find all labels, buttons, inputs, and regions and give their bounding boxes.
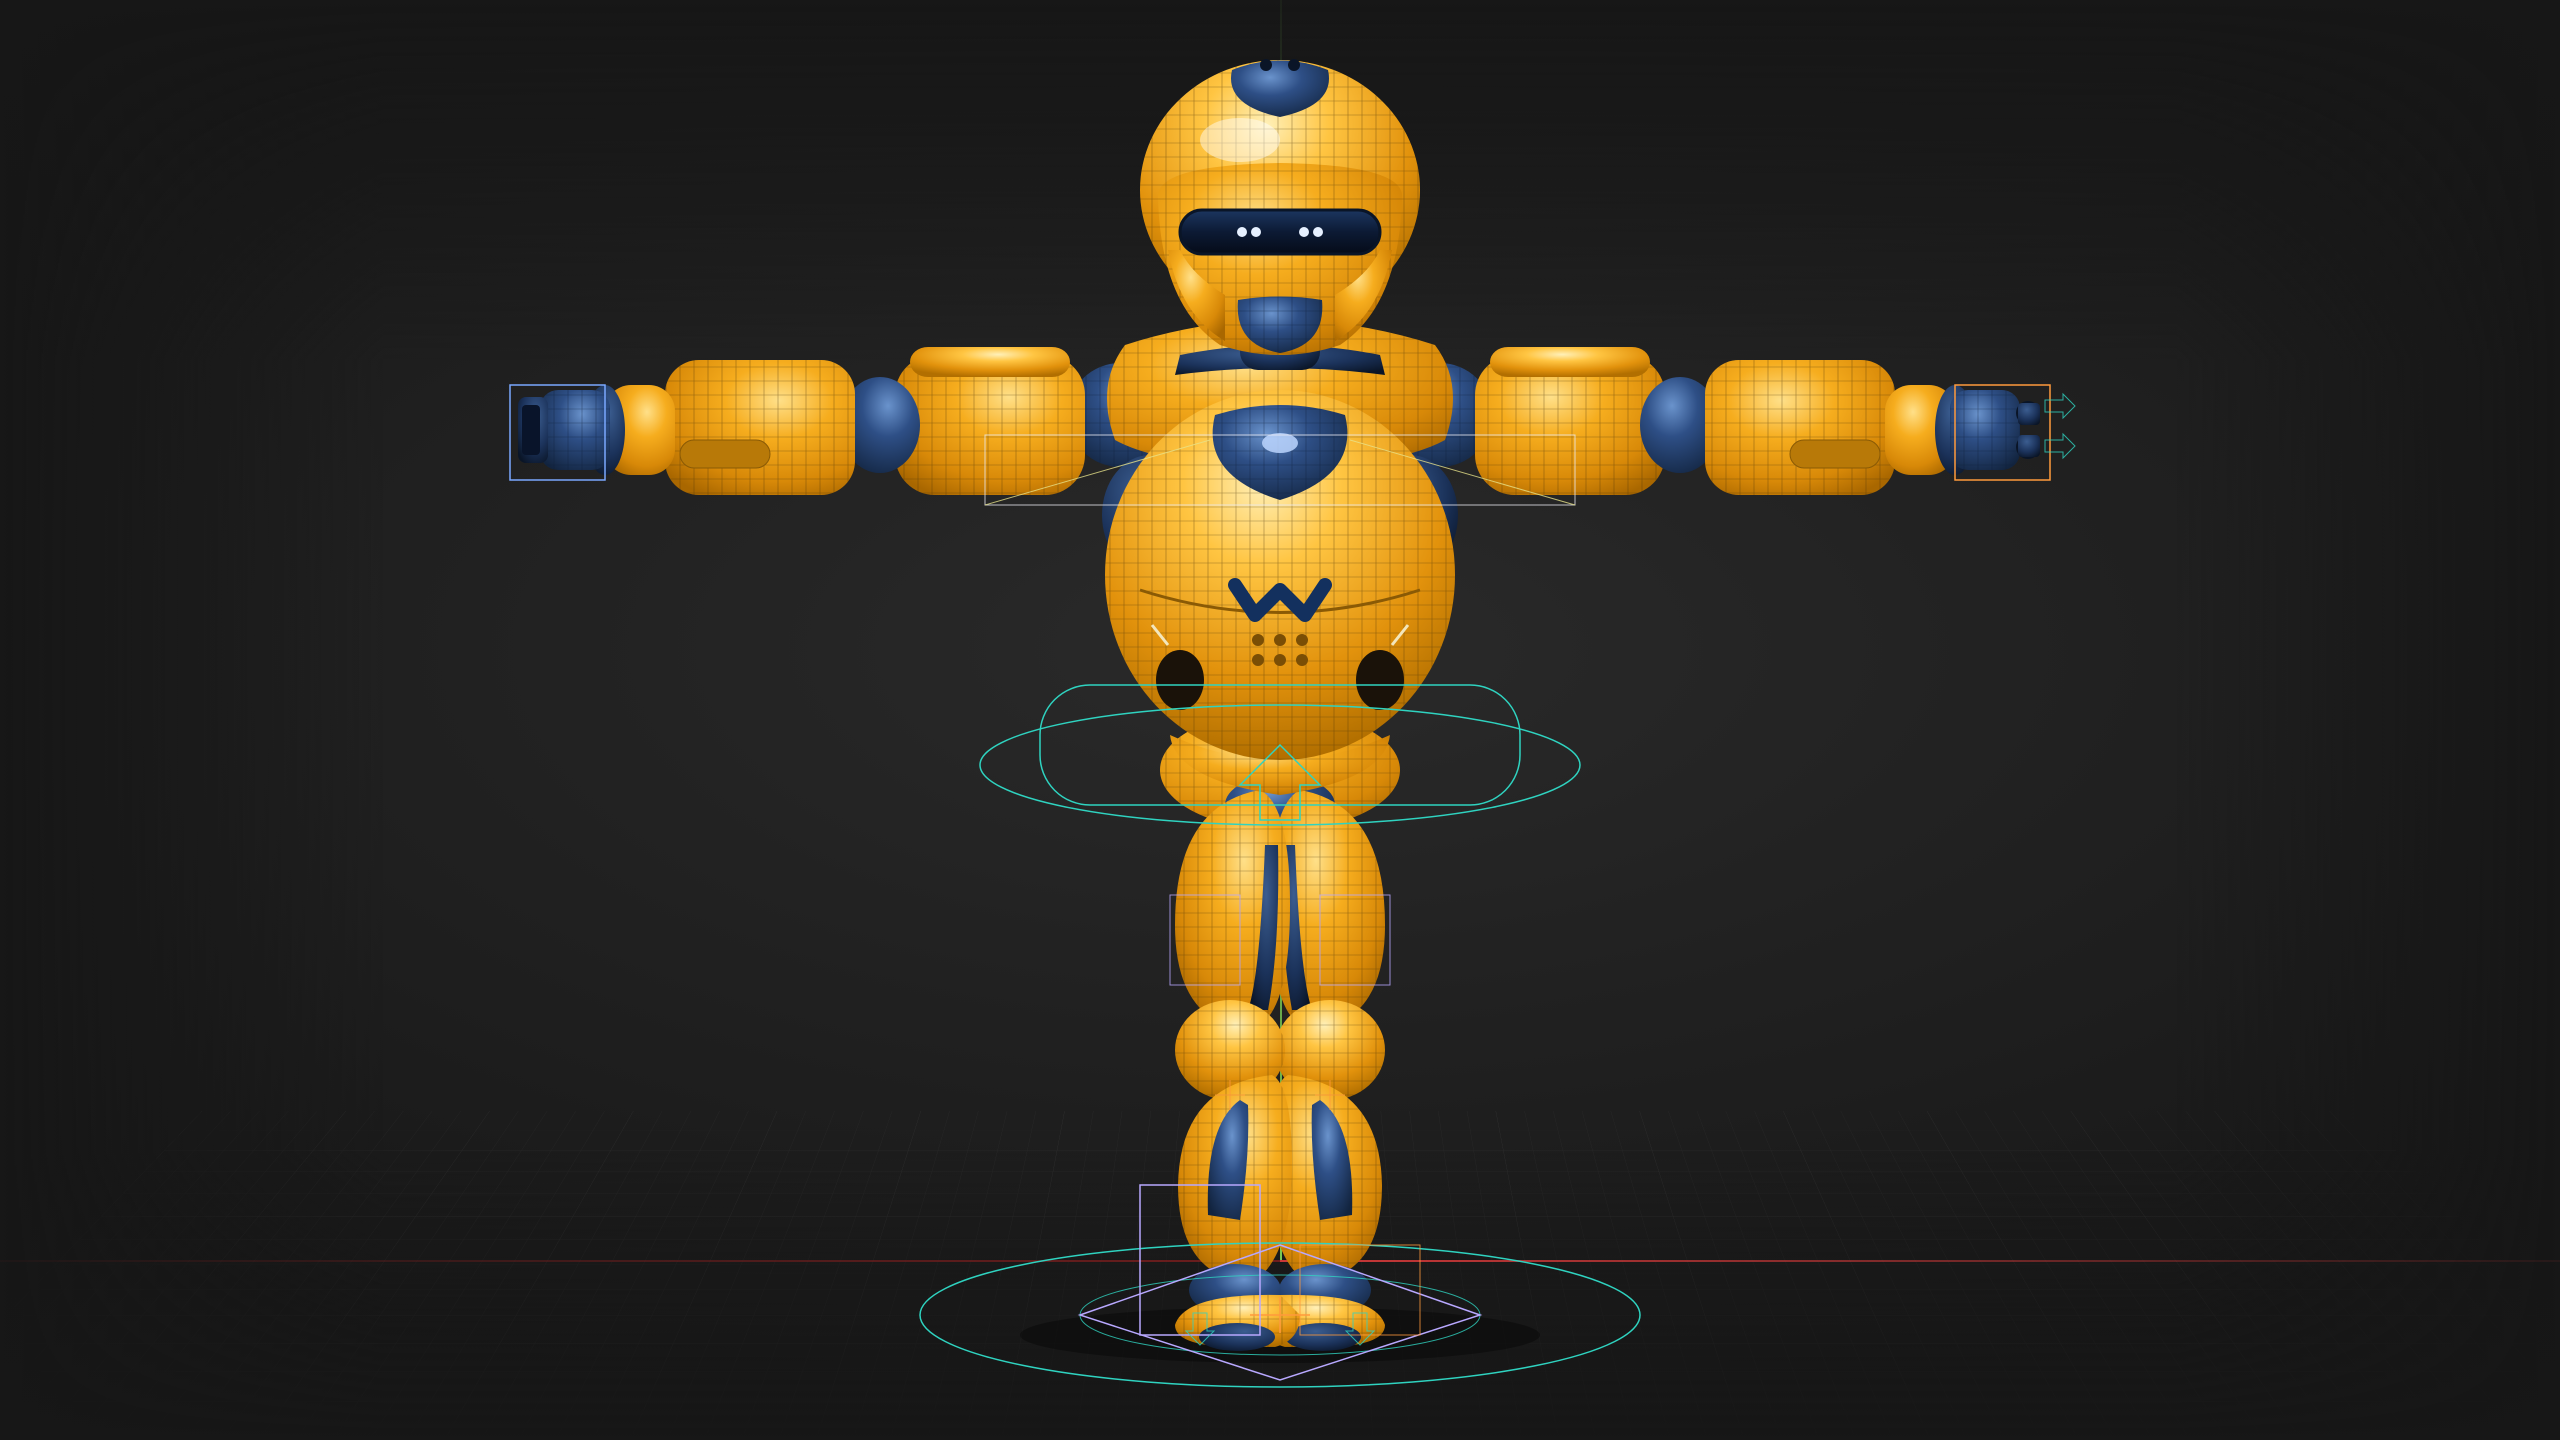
rig-controls[interactable] — [480, 45, 2080, 1395]
robot-character[interactable] — [480, 45, 2080, 1395]
ctrl-chest-arrow[interactable] — [1240, 745, 1320, 820]
ctrl-hip-left[interactable] — [1320, 895, 1390, 985]
ctrl-clavicle-left[interactable] — [1350, 440, 1575, 505]
ctrl-clavicle-right[interactable] — [985, 440, 1210, 505]
ctrl-origin-cross[interactable] — [1250, 1297, 1310, 1333]
ctrl-hand-right[interactable] — [510, 385, 605, 480]
viewport-3d[interactable] — [0, 0, 2560, 1440]
ctrl-knee-pole-left[interactable] — [1315, 1080, 1345, 1110]
ctrl-knee-pole-right[interactable] — [1215, 1080, 1245, 1110]
ctrl-toe-left[interactable] — [1346, 1313, 1374, 1345]
ctrl-torso-box[interactable] — [985, 435, 1575, 505]
ctrl-cog-ellipse[interactable] — [980, 705, 1580, 825]
ctrl-toe-right[interactable] — [1186, 1313, 1214, 1345]
ctrl-hip-right[interactable] — [1170, 895, 1240, 985]
ctrl-hand-left[interactable] — [1955, 385, 2050, 480]
